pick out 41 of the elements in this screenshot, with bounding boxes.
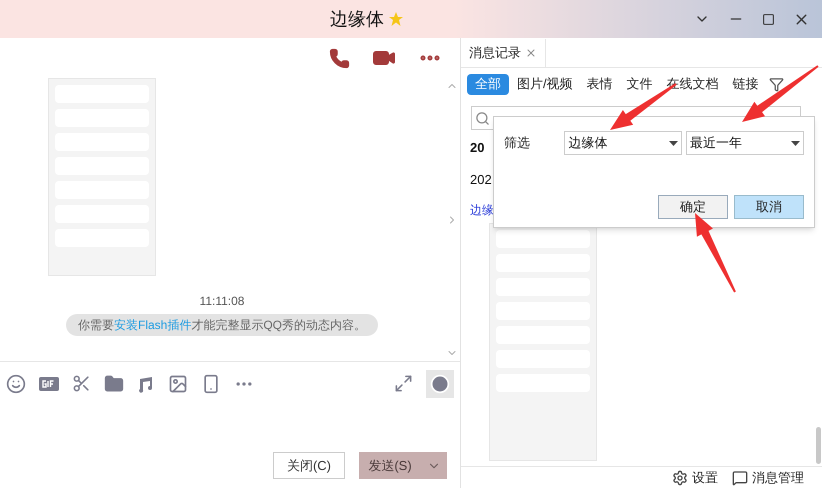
search-icon xyxy=(475,110,490,126)
filter-tab[interactable]: 链接 xyxy=(726,74,765,94)
date-heading: 202 xyxy=(470,170,492,188)
window-title: 边缘体 xyxy=(330,8,384,30)
send-button[interactable]: 发送(S) xyxy=(359,456,421,476)
history-tab[interactable]: 消息记录 xyxy=(461,39,546,67)
date-heading: 20 xyxy=(470,139,484,157)
settings-icon[interactable] xyxy=(672,470,688,486)
range-dropdown[interactable]: 最近一年 xyxy=(686,131,804,155)
message-manage-icon[interactable] xyxy=(732,470,748,486)
filter-tab[interactable]: 图片/视频 xyxy=(511,74,579,94)
settings-link[interactable]: 设置 xyxy=(692,468,718,488)
dropdown-caret-icon xyxy=(669,140,678,146)
history-toggle[interactable] xyxy=(426,370,454,398)
filter-label: 筛选 xyxy=(504,134,531,152)
history-tab-label: 消息记录 xyxy=(469,44,521,62)
scissors-icon[interactable] xyxy=(72,374,91,393)
message-timestamp: 11:11:08 xyxy=(200,293,244,310)
filter-tab[interactable]: 表情 xyxy=(580,74,619,94)
image-icon[interactable] xyxy=(168,374,188,394)
star-badge-icon xyxy=(388,11,404,27)
emoji-icon[interactable] xyxy=(6,374,26,394)
scrollbar-thumb[interactable] xyxy=(816,427,821,464)
folder-icon[interactable] xyxy=(104,374,124,394)
expand-input-icon[interactable] xyxy=(394,374,413,393)
contact-dropdown[interactable]: 边缘体 xyxy=(564,131,682,155)
filter-icon[interactable] xyxy=(768,76,784,92)
filter-tab[interactable]: 全部 xyxy=(467,74,509,94)
dropdown-caret-icon xyxy=(791,140,800,146)
gif-icon[interactable] xyxy=(39,376,59,390)
cancel-button[interactable]: 取消 xyxy=(734,195,804,219)
sender-name[interactable]: 边缘 xyxy=(470,201,494,219)
maximize-icon[interactable] xyxy=(762,12,775,26)
phone-icon[interactable] xyxy=(329,48,350,68)
close-button[interactable]: 关闭(C) xyxy=(273,452,345,479)
confirm-button[interactable]: 确定 xyxy=(658,195,728,219)
filter-tab[interactable]: 文件 xyxy=(620,74,659,94)
notice-pill: 你需要安装Flash插件才能完整显示QQ秀的动态内容。 xyxy=(66,314,378,336)
message-manage-link[interactable]: 消息管理 xyxy=(752,468,804,488)
close-tab-icon[interactable] xyxy=(525,47,537,59)
music-note-icon[interactable] xyxy=(137,374,155,392)
